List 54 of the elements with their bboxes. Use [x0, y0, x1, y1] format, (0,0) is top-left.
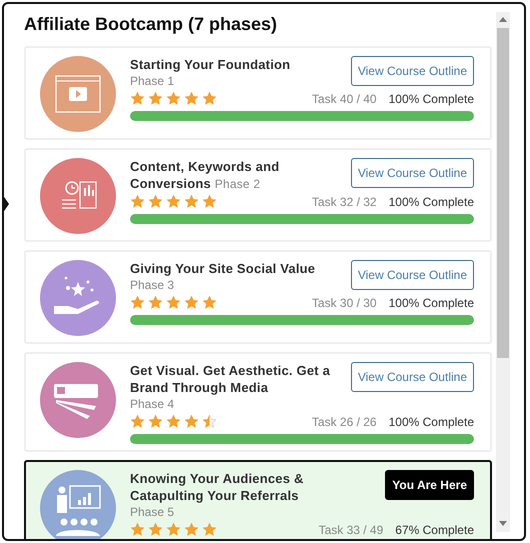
- phase-title: Get Visual. Get Aesthetic. Get a Brand Through Media: [130, 362, 332, 396]
- task-count: Task 32 / 32: [312, 194, 377, 208]
- star-icon: [148, 414, 163, 429]
- scroll-down-icon[interactable]: [499, 521, 507, 526]
- star-icon: [166, 194, 181, 209]
- star-icon: [184, 194, 199, 209]
- star-icon: [184, 91, 199, 106]
- star-icon: [184, 295, 199, 310]
- phase-number: Phase 1: [130, 73, 176, 89]
- completion-text: 67% Complete: [395, 522, 474, 536]
- task-count: Task 40 / 40: [312, 92, 377, 106]
- star-icon: [202, 522, 217, 537]
- star-icon: [148, 522, 163, 537]
- star-icon: [130, 295, 145, 310]
- task-count: Task 33 / 49: [318, 522, 384, 536]
- star-icon: [166, 414, 181, 429]
- star-icon: [184, 522, 199, 537]
- star-icon: [130, 522, 145, 537]
- star-icon: [202, 295, 217, 310]
- phase-title: Giving Your Site Social Value: [130, 260, 316, 277]
- star-icon: [166, 522, 181, 537]
- star-icon: [130, 91, 145, 106]
- star-icon: [184, 414, 199, 429]
- phase-number: Phase 4: [130, 396, 176, 412]
- star-icon: [148, 194, 163, 209]
- star-icon: [148, 91, 163, 106]
- view-outline-button[interactable]: View Course Outline: [350, 260, 474, 290]
- scrollbar[interactable]: [496, 12, 510, 532]
- completion-text: 100% Complete: [388, 92, 474, 106]
- current-phase-button[interactable]: You Are Here: [385, 470, 474, 500]
- star-icon: [148, 295, 163, 310]
- phase-number: Phase 3: [130, 277, 176, 293]
- star-icon: [130, 194, 145, 209]
- phase-number: Phase 5: [130, 504, 176, 520]
- star-icon: [166, 295, 181, 310]
- star-icon: [202, 414, 217, 429]
- scroll-up-icon[interactable]: [499, 17, 507, 22]
- completion-text: 100% Complete: [388, 194, 474, 208]
- task-count: Task 30 / 30: [312, 296, 377, 310]
- completion-text: 100% Complete: [388, 414, 474, 428]
- phase-title: Content, Keywords and Conversions Phase 2: [130, 158, 280, 192]
- view-outline-button[interactable]: View Course Outline: [350, 362, 474, 392]
- view-outline-button[interactable]: View Course Outline: [350, 56, 474, 86]
- star-icon: [202, 194, 217, 209]
- phase-title: Starting Your Foundation: [130, 56, 290, 73]
- panel-title: Affiliate Bootcamp (7 phases): [24, 13, 278, 36]
- scrollbar-thumb[interactable]: [497, 28, 509, 358]
- completion-text: 100% Complete: [388, 296, 474, 310]
- star-icon: [202, 91, 217, 106]
- task-count: Task 26 / 26: [312, 414, 377, 428]
- phase-title: Knowing Your Audiences & Catapulting Your Referrals: [130, 470, 305, 504]
- view-outline-button[interactable]: View Course Outline: [350, 158, 474, 188]
- star-icon: [166, 91, 181, 106]
- star-icon: [130, 414, 145, 429]
